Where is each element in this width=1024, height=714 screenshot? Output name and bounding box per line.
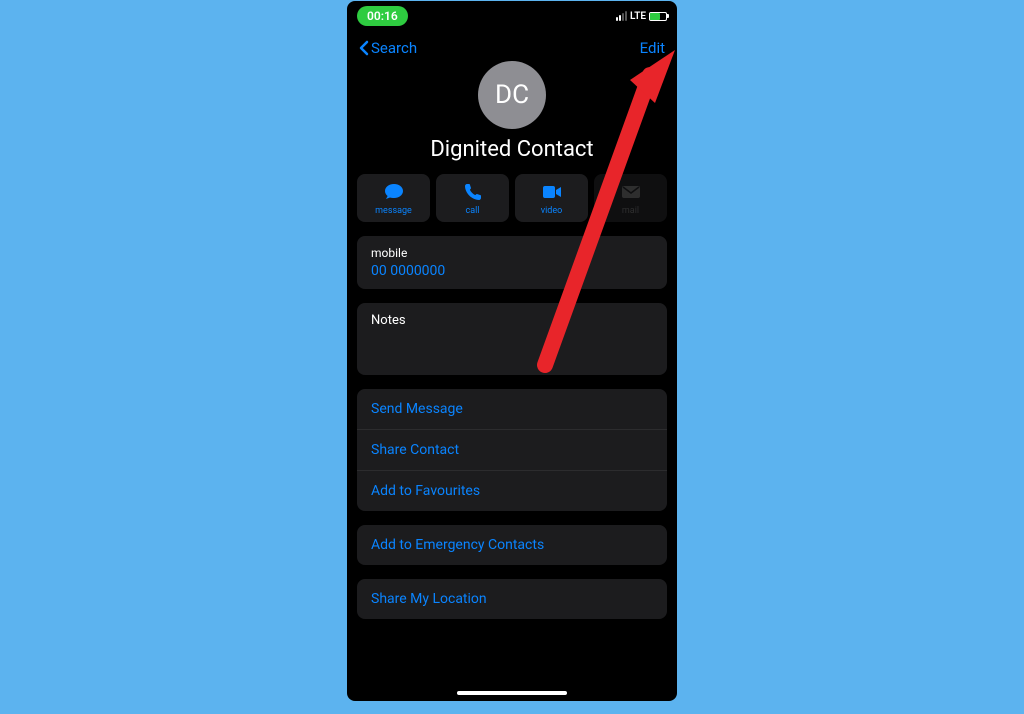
share-contact-item[interactable]: Share Contact xyxy=(357,430,667,471)
call-button[interactable]: call xyxy=(436,174,509,222)
mail-label: mail xyxy=(622,206,639,216)
status-indicators: LTE xyxy=(616,11,667,22)
message-button[interactable]: message xyxy=(357,174,430,222)
contact-name: Dignited Contact xyxy=(430,137,593,162)
avatar: DC xyxy=(478,61,546,129)
add-emergency-item[interactable]: Add to Emergency Contacts xyxy=(357,525,667,565)
message-icon xyxy=(384,182,404,202)
home-indicator[interactable] xyxy=(457,691,567,695)
mail-button: mail xyxy=(594,174,667,222)
battery-icon xyxy=(649,12,667,21)
video-label: video xyxy=(541,206,563,216)
phone-type-label: mobile xyxy=(371,246,653,260)
video-button[interactable]: video xyxy=(515,174,588,222)
phone-card[interactable]: mobile 00 0000000 xyxy=(357,236,667,289)
status-bar: 00:16 LTE xyxy=(347,1,677,31)
notes-label: Notes xyxy=(371,313,653,328)
options-group-1: Send Message Share Contact Add to Favour… xyxy=(357,389,667,511)
chevron-left-icon xyxy=(359,40,369,56)
back-label: Search xyxy=(371,39,417,57)
contact-header: DC Dignited Contact xyxy=(347,61,677,174)
share-location-item[interactable]: Share My Location xyxy=(357,579,667,619)
navigation-bar: Search Edit xyxy=(347,31,677,61)
action-row: message call video mail xyxy=(347,174,677,222)
location-group: Share My Location xyxy=(357,579,667,619)
network-label: LTE xyxy=(630,11,646,22)
video-icon xyxy=(542,182,562,202)
send-message-item[interactable]: Send Message xyxy=(357,389,667,430)
mail-icon xyxy=(621,182,641,202)
back-button[interactable]: Search xyxy=(359,39,417,57)
call-label: call xyxy=(466,206,480,216)
notes-card[interactable]: Notes xyxy=(357,303,667,375)
status-time-pill: 00:16 xyxy=(357,6,408,26)
emergency-group: Add to Emergency Contacts xyxy=(357,525,667,565)
edit-button[interactable]: Edit xyxy=(640,39,665,57)
signal-icon xyxy=(616,11,627,21)
add-favourites-item[interactable]: Add to Favourites xyxy=(357,471,667,511)
phone-icon xyxy=(463,182,483,202)
phone-number: 00 0000000 xyxy=(371,263,653,279)
phone-screen: 00:16 LTE Search Edit DC Dignited Contac… xyxy=(347,1,677,701)
message-label: message xyxy=(375,206,412,216)
